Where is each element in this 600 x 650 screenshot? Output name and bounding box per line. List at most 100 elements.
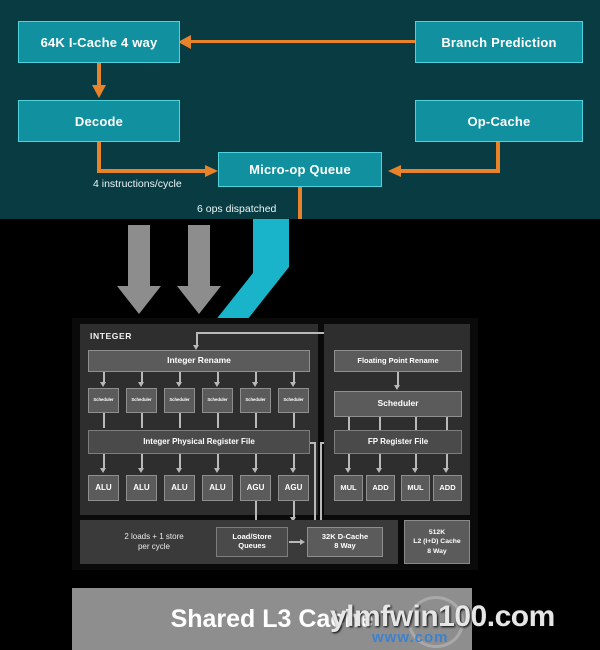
box-d-cache[interactable]: 32K D-Cache 8 Way (307, 527, 383, 557)
arrow-uop-dispatch-stem (298, 187, 302, 219)
box-l2-cache[interactable]: 512K L2 (I+D) Cache 8 Way (404, 520, 470, 564)
box-integer-scheduler-2-label: Scheduler (131, 397, 152, 403)
wire-fprf-to-add-2-head (443, 468, 449, 473)
box-integer-scheduler-2[interactable]: Scheduler (126, 388, 157, 413)
box-exec-mul-1-label: MUL (340, 482, 357, 492)
label-ops-dispatched: 6 ops dispatched (197, 203, 276, 215)
box-fp-scheduler-label: Scheduler (377, 398, 419, 409)
box-exec-add-1[interactable]: ADD (366, 475, 395, 501)
wire-fp-rename-to-scheduler-head (394, 385, 400, 390)
wire-fprf-to-mul-2-head (412, 468, 418, 473)
arrow-opcache-to-uop-head (388, 165, 401, 177)
wire-sched-1-down (103, 413, 105, 428)
box-branch-prediction-label: Branch Prediction (441, 34, 557, 50)
box-exec-alu-1-label: ALU (95, 483, 112, 493)
box-l2-cache-line3: 8 Way (427, 547, 447, 555)
box-l2-cache-line1: 512K (428, 529, 446, 537)
wire-intrf-to-alu-2 (141, 454, 143, 469)
wire-intrf-to-agu-1 (255, 454, 257, 469)
box-exec-alu-3[interactable]: ALU (164, 475, 195, 501)
box-integer-scheduler-1[interactable]: Scheduler (88, 388, 119, 413)
wire-sched-2-down (141, 413, 143, 428)
box-integer-scheduler-5-label: Scheduler (245, 397, 266, 403)
wire-fprf-to-add-1-head (376, 468, 382, 473)
arrow-opcache-to-uop-vertical (496, 142, 500, 172)
wire-fprf-to-mul-2 (415, 454, 417, 469)
box-icache[interactable]: 64K I-Cache 4 way (18, 21, 180, 63)
box-exec-alu-2[interactable]: ALU (126, 475, 157, 501)
box-micro-op-queue[interactable]: Micro-op Queue (218, 152, 382, 187)
box-floating-point-rename-label: Floating Point Rename (357, 355, 439, 365)
arrow-decode-to-uop-horizontal (97, 169, 207, 173)
box-fp-register-file[interactable]: FP Register File (334, 430, 462, 454)
box-icache-label: 64K I-Cache 4 way (40, 34, 158, 50)
box-floating-point-rename[interactable]: Floating Point Rename (334, 350, 462, 372)
frontend-panel: 64K I-Cache 4 way Branch Prediction Deco… (0, 0, 600, 219)
box-integer-physical-register-file[interactable]: Integer Physical Register File (88, 430, 310, 454)
wire-sched-5-down (255, 413, 257, 428)
integer-section-label: INTEGER (90, 331, 132, 341)
box-exec-agu-1[interactable]: AGU (240, 475, 271, 501)
box-exec-alu-2-label: ALU (133, 483, 150, 493)
box-branch-prediction[interactable]: Branch Prediction (415, 21, 583, 63)
box-load-store-queues-line2: Queues (238, 541, 266, 550)
wire-fp-sched-down-3 (415, 417, 417, 430)
wire-lsq-to-dcache-head (300, 538, 305, 545)
core-block: INTEGER Integer Rename Scheduler Schedul… (72, 318, 478, 570)
box-exec-agu-2-label: AGU (284, 483, 303, 493)
wire-intrf-to-agu-2-head (290, 468, 296, 473)
box-exec-alu-4[interactable]: ALU (202, 475, 233, 501)
wire-intrf-to-agu-1-head (252, 468, 258, 473)
wire-intrf-to-alu-3 (179, 454, 181, 469)
box-d-cache-line2: 8 Way (334, 541, 356, 550)
wire-intrf-to-alu-4 (217, 454, 219, 469)
wire-int-rename-to-sched-3-head (176, 382, 182, 387)
memory-row: 2 loads + 1 store per cycle Load/Store Q… (80, 520, 398, 564)
box-decode[interactable]: Decode (18, 100, 180, 142)
box-load-store-queues[interactable]: Load/Store Queues (216, 527, 288, 557)
box-exec-mul-1[interactable]: MUL (334, 475, 363, 501)
box-fp-scheduler[interactable]: Scheduler (334, 391, 462, 417)
wire-sched-6-down (293, 413, 295, 428)
box-integer-rename[interactable]: Integer Rename (88, 350, 310, 372)
box-exec-alu-1[interactable]: ALU (88, 475, 119, 501)
label-load-store-rate: 2 loads + 1 store per cycle (94, 532, 214, 553)
box-integer-physical-register-file-label: Integer Physical Register File (143, 437, 255, 447)
label-load-store-rate-line1: 2 loads + 1 store (124, 532, 184, 541)
arrow-icache-to-decode-head (92, 85, 106, 98)
box-integer-scheduler-3-label: Scheduler (169, 397, 190, 403)
wire-fp-int-crosslink-left (320, 442, 322, 524)
box-integer-scheduler-6[interactable]: Scheduler (278, 388, 309, 413)
box-integer-scheduler-3[interactable]: Scheduler (164, 388, 195, 413)
wire-fp-sched-down-2 (379, 417, 381, 430)
wire-intrf-to-alu-1 (103, 454, 105, 469)
box-integer-scheduler-5[interactable]: Scheduler (240, 388, 271, 413)
box-exec-add-2[interactable]: ADD (433, 475, 462, 501)
wire-int-rename-to-sched-1-head (100, 382, 106, 387)
wire-fprf-to-mul-1-head (345, 468, 351, 473)
box-exec-alu-4-label: ALU (209, 483, 226, 493)
box-integer-scheduler-4-label: Scheduler (207, 397, 228, 403)
wire-fprf-to-add-1 (379, 454, 381, 469)
box-integer-rename-label: Integer Rename (167, 355, 231, 366)
arrow-opcache-to-uop-horizontal (400, 169, 500, 173)
box-micro-op-queue-label: Micro-op Queue (249, 162, 351, 177)
wire-int-rename-to-sched-2-head (138, 382, 144, 387)
wire-sched-4-down (217, 413, 219, 428)
wire-fprf-to-add-2 (446, 454, 448, 469)
box-decode-label: Decode (74, 113, 124, 129)
wire-fp-rename-to-scheduler (397, 372, 399, 386)
label-load-store-rate-line2: per cycle (137, 542, 170, 552)
box-exec-agu-2[interactable]: AGU (278, 475, 309, 501)
wire-fp-sched-down-1 (348, 417, 350, 430)
label-instructions-per-cycle-text: 4 instructions/cycle (93, 178, 182, 190)
box-integer-scheduler-4[interactable]: Scheduler (202, 388, 233, 413)
box-exec-mul-2-label: MUL (407, 482, 424, 492)
box-op-cache[interactable]: Op-Cache (415, 100, 583, 142)
box-exec-mul-2[interactable]: MUL (401, 475, 430, 501)
box-exec-agu-1-label: AGU (246, 483, 265, 493)
box-exec-alu-3-label: ALU (171, 483, 188, 493)
box-integer-scheduler-1-label: Scheduler (93, 397, 114, 403)
wire-int-fp-crosslink-right (314, 442, 316, 524)
box-l2-cache-line2: L2 (I+D) Cache (413, 538, 461, 546)
